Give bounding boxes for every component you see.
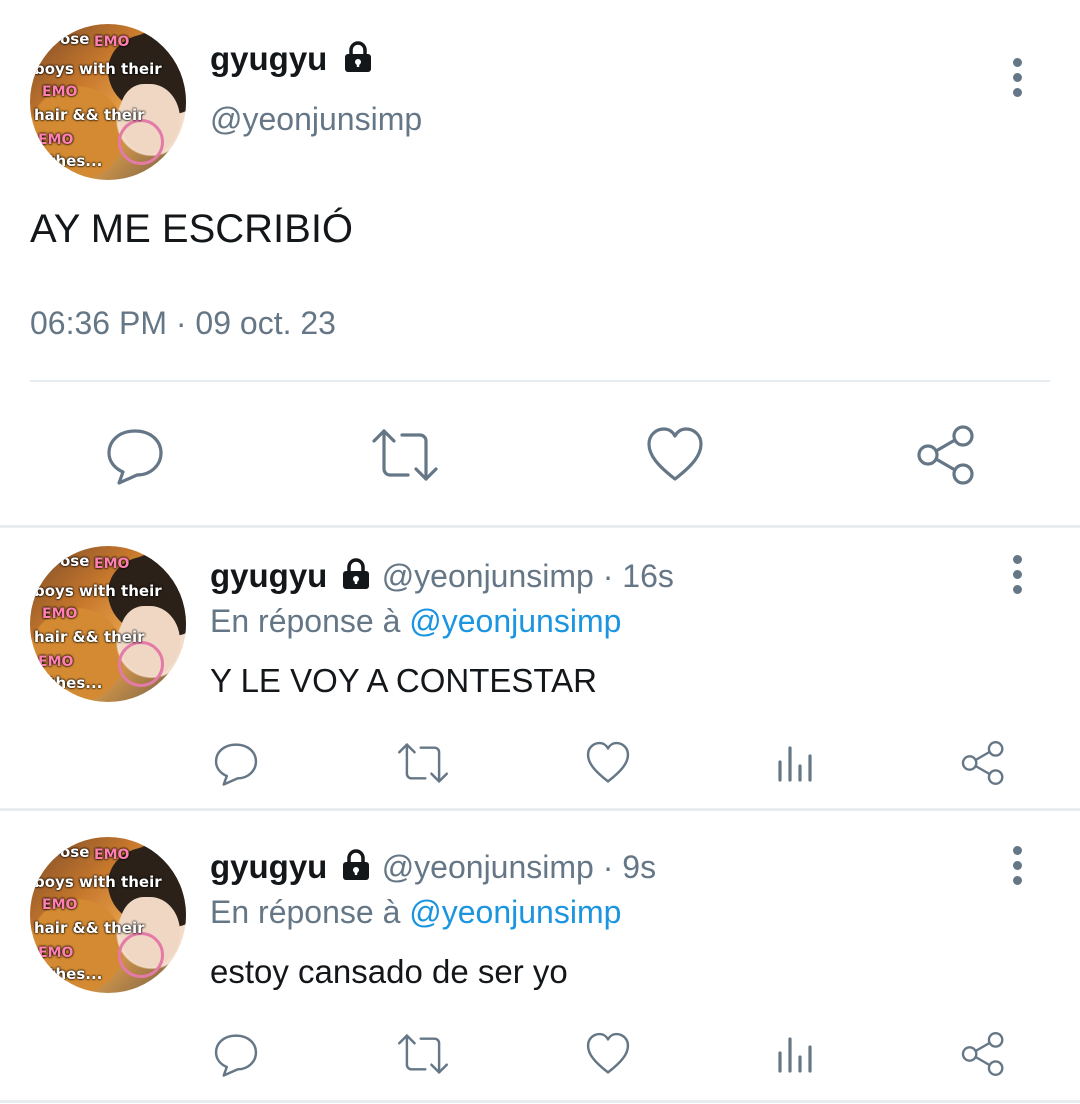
more-options-icon[interactable] — [1009, 555, 1025, 600]
avatar-caption: hair && their — [34, 106, 145, 124]
avatar-caption: hair && their — [34, 919, 145, 937]
display-name[interactable]: gyugyu — [210, 848, 327, 885]
avatar-caption: EMO — [42, 84, 78, 100]
like-icon[interactable] — [585, 740, 631, 786]
tweet-date: 09 oct. 23 — [195, 305, 336, 341]
handle[interactable]: @yeonjunsimp — [382, 849, 594, 885]
lock-icon — [344, 41, 371, 73]
tweet-timestamp: 06:36 PM · 09 oct. 23 — [30, 305, 336, 342]
avatar-caption: EMO — [42, 897, 78, 913]
avatar-caption: EMO — [42, 606, 78, 622]
like-icon[interactable] — [585, 1031, 631, 1077]
avatar-caption: EMO — [38, 945, 74, 961]
separator-dot: · — [602, 558, 614, 594]
tweet-age: 9s — [622, 849, 657, 885]
handle[interactable]: @yeonjunsimp — [382, 558, 594, 594]
avatar-caption: EMO — [94, 847, 130, 863]
reply-context: En réponse à @yeonjunsimp — [210, 894, 621, 931]
more-options-icon[interactable] — [1009, 58, 1025, 103]
share-icon[interactable] — [960, 1031, 1006, 1077]
tweet-text: Y LE VOY A CONTESTAR — [210, 662, 597, 699]
analytics-icon[interactable] — [776, 742, 816, 782]
retweet-icon[interactable] — [396, 1031, 450, 1077]
divider — [0, 808, 1080, 811]
retweet-icon[interactable] — [396, 740, 450, 786]
share-icon[interactable] — [960, 740, 1006, 786]
reply-prefix: En réponse à — [210, 603, 401, 639]
display-name[interactable]: gyugyu — [210, 40, 375, 78]
divider — [30, 380, 1050, 382]
avatar-caption: othes... — [38, 965, 103, 983]
avatar-caption: EMO — [94, 34, 130, 50]
tweet-time: 06:36 PM — [30, 305, 167, 341]
reply-icon[interactable] — [213, 1031, 259, 1077]
avatar-caption: boys with their — [34, 873, 162, 891]
avatar-caption: ose — [60, 552, 90, 570]
lock-icon — [342, 558, 369, 590]
separator-dot: · — [175, 305, 187, 341]
reply-header: gyugyu @yeonjunsimp · 9s — [210, 848, 656, 886]
reply-to-link[interactable]: @yeonjunsimp — [409, 603, 621, 639]
reply-to-link[interactable]: @yeonjunsimp — [409, 894, 621, 930]
display-name-text: gyugyu — [210, 40, 328, 77]
display-name[interactable]: gyugyu — [210, 557, 327, 594]
share-icon[interactable] — [915, 424, 977, 486]
avatar-caption: othes... — [38, 674, 103, 692]
reply-icon[interactable] — [105, 425, 165, 485]
avatar[interactable]: ose EMO boys with their EMO hair && thei… — [30, 24, 186, 180]
avatar-caption: ose — [60, 843, 90, 861]
tweet-text: estoy cansado de ser yo — [210, 953, 568, 990]
avatar-caption: EMO — [38, 132, 74, 148]
divider — [0, 1100, 1080, 1103]
avatar-caption: othes... — [38, 152, 103, 170]
avatar[interactable]: ose EMO boys with their EMO hair && thei… — [30, 837, 186, 993]
avatar-caption: boys with their — [34, 582, 162, 600]
reply-icon[interactable] — [213, 740, 259, 786]
more-options-icon[interactable] — [1009, 846, 1025, 891]
like-icon[interactable] — [645, 425, 705, 485]
reply-header: gyugyu @yeonjunsimp · 16s — [210, 557, 674, 595]
avatar-caption: EMO — [38, 654, 74, 670]
divider — [0, 525, 1080, 528]
separator-dot: · — [602, 849, 614, 885]
avatar-caption: hair && their — [34, 628, 145, 646]
retweet-icon[interactable] — [370, 425, 440, 485]
avatar-caption: boys with their — [34, 60, 162, 78]
reply-prefix: En réponse à — [210, 894, 401, 930]
reply-context: En réponse à @yeonjunsimp — [210, 603, 621, 640]
avatar[interactable]: ose EMO boys with their EMO hair && thei… — [30, 546, 186, 702]
lock-icon — [342, 849, 369, 881]
tweet-text: AY ME ESCRIBIÓ — [30, 207, 354, 251]
tweet-age: 16s — [622, 558, 674, 594]
avatar-caption: EMO — [94, 556, 130, 572]
analytics-icon[interactable] — [776, 1033, 816, 1073]
handle[interactable]: @yeonjunsimp — [210, 101, 422, 138]
avatar-caption: ose — [60, 30, 90, 48]
